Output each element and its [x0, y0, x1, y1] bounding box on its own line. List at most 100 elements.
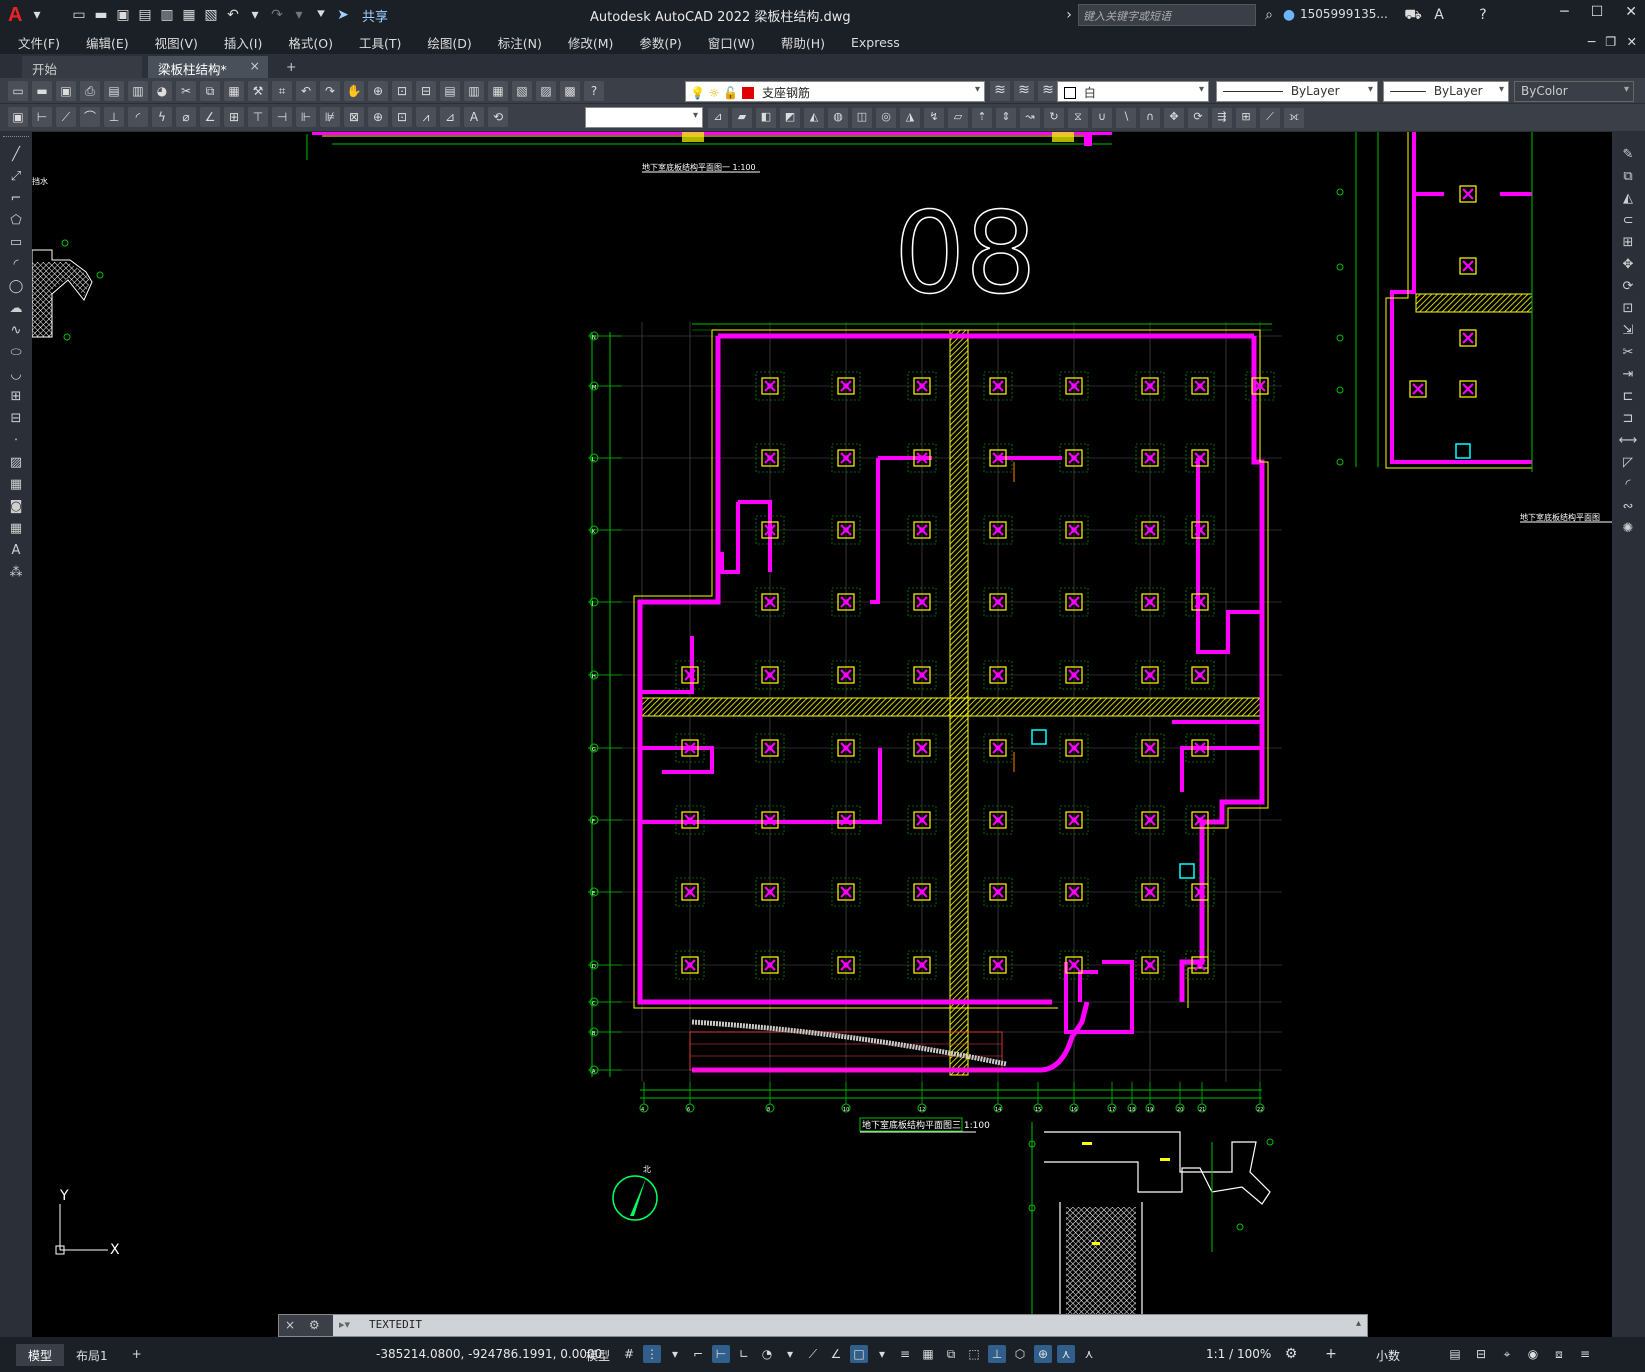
lineweight-dropdown[interactable]: ByLayer ▾ [1383, 81, 1509, 102]
cylinder-icon[interactable]: ◫ [852, 108, 872, 128]
save-web-icon[interactable]: ▦ [180, 6, 198, 24]
autodesk-app-icon[interactable]: A [1430, 6, 1448, 24]
section-plane-icon[interactable]: ⟗ [1284, 108, 1304, 128]
intersect-icon[interactable]: ∩ [1140, 108, 1160, 128]
hatch-icon[interactable]: ▨ [5, 454, 27, 471]
workspace-switch-icon[interactable]: ⚙ [1282, 1345, 1300, 1363]
isolate-objects-icon[interactable]: ⌖ [1498, 1345, 1516, 1363]
make-current-layer-icon[interactable]: ≋ [990, 81, 1010, 101]
undo-tb-icon[interactable]: ↶ [296, 81, 316, 101]
command-history-icon[interactable]: ▴ [1356, 1318, 1361, 1329]
spline-icon[interactable]: ∿ [5, 322, 27, 339]
center-mark-icon[interactable]: ⊕ [368, 107, 388, 127]
break-at-point-icon[interactable]: ⊏ [1617, 388, 1639, 405]
gizmo-icon[interactable]: ⊕ [1034, 1345, 1052, 1363]
copy-icon[interactable]: ⧉ [200, 81, 220, 101]
zoom-previous-icon[interactable]: ⊟ [416, 81, 436, 101]
linetype-dropdown[interactable]: ByLayer ▾ [1216, 81, 1378, 102]
table-icon[interactable]: ▦ [5, 520, 27, 537]
print-icon[interactable]: ⎙ [80, 81, 100, 101]
clean-screen-icon[interactable]: ⧈ [1550, 1345, 1568, 1363]
gradient-icon[interactable]: ▦ [5, 476, 27, 493]
menu-express[interactable]: Express [851, 35, 900, 50]
tab-close-icon[interactable]: × [250, 58, 260, 73]
user-icon[interactable]: ● [1280, 6, 1298, 24]
chamfer-icon[interactable]: ◸ [1617, 454, 1639, 471]
infer-constraints-icon[interactable]: ⌐ [689, 1345, 707, 1363]
arc-icon[interactable]: ◜ [5, 256, 27, 273]
copy-object-icon[interactable]: ⧉ [1617, 168, 1639, 185]
sphere-icon[interactable]: ◍ [828, 108, 848, 128]
tolerance-icon[interactable]: ⊠ [344, 107, 364, 127]
construction-line-icon[interactable]: ⤢ [5, 168, 27, 185]
grid-icon[interactable]: # [620, 1345, 638, 1363]
dim-break-icon[interactable]: ⊯ [320, 107, 340, 127]
menu-view[interactable]: 视图(V) [155, 33, 198, 52]
blend-curves-icon[interactable]: ∾ [1617, 498, 1639, 515]
paste-icon[interactable]: ▦ [224, 81, 244, 101]
lock-ui-icon[interactable]: ⊟ [1472, 1345, 1490, 1363]
insert-block-icon[interactable]: ⊞ [5, 388, 27, 405]
menu-window[interactable]: 窗口(W) [708, 33, 755, 52]
circle-icon[interactable]: ◯ [5, 278, 27, 295]
dim-space-icon[interactable]: ⊩ [296, 107, 316, 127]
rotate-icon[interactable]: ⟳ [1617, 278, 1639, 295]
offset-icon[interactable]: ⊂ [1617, 212, 1639, 229]
menu-dimension[interactable]: 标注(N) [498, 33, 542, 52]
redo-icon[interactable]: ↷ [268, 6, 286, 24]
pyramid-icon[interactable]: ◮ [900, 108, 920, 128]
loft-icon[interactable]: ⧖ [1068, 108, 1088, 128]
jogged-linear-icon[interactable]: ⩘ [416, 107, 436, 127]
redo-dropdown-icon[interactable]: ▾ [290, 6, 308, 24]
3d-rotate-icon[interactable]: ⟳ [1188, 108, 1208, 128]
cart-icon[interactable]: ⛟ [1404, 6, 1422, 24]
undo-dropdown-icon[interactable]: ▾ [246, 6, 264, 24]
selection-cycling-icon[interactable]: ⧉ [942, 1345, 960, 1363]
selection-filter-icon[interactable]: ⬡ [1011, 1345, 1029, 1363]
search-expand-icon[interactable]: › [1060, 6, 1078, 24]
ellipse-arc-icon[interactable]: ◡ [5, 366, 27, 383]
command-settings-icon[interactable]: ⚙ [309, 1318, 320, 1332]
isodraft-icon[interactable]: ⟋ [804, 1345, 822, 1363]
open-web-icon[interactable]: ▥ [158, 6, 176, 24]
break-icon[interactable]: ⊐ [1617, 410, 1639, 427]
menu-parametric[interactable]: 参数(P) [639, 33, 681, 52]
help-tb-icon[interactable]: ? [584, 81, 604, 101]
ortho-icon[interactable]: ∟ [735, 1345, 753, 1363]
calculator-icon[interactable]: ▩ [560, 81, 580, 101]
polysolid-icon[interactable]: ▰ [732, 108, 752, 128]
revision-cloud-icon[interactable]: ☁ [5, 300, 27, 317]
dim-linear-icon[interactable]: ⊢ [32, 107, 52, 127]
draw-toolbar-grip[interactable] [3, 136, 29, 140]
doc-restore-icon[interactable]: ❐ [1605, 34, 1616, 49]
point-icon[interactable]: ⋅ [5, 432, 27, 449]
match-properties-icon[interactable]: ⚒ [248, 81, 268, 101]
fillet-icon[interactable]: ◜ [1617, 476, 1639, 493]
annotation-monitor-icon[interactable]: + [1322, 1345, 1340, 1363]
snap-icon[interactable]: ⋮ [643, 1345, 661, 1363]
menu-draw[interactable]: 绘图(D) [427, 33, 471, 52]
3d-move-icon[interactable]: ✥ [1164, 108, 1184, 128]
tab-start[interactable]: 开始 [22, 56, 142, 78]
close-icon[interactable]: ✕ [1625, 4, 1637, 20]
share-button[interactable]: 共享 [362, 6, 388, 25]
3d-array-icon[interactable]: ⊞ [1236, 108, 1256, 128]
layer-previous-icon[interactable]: ≋ [1014, 81, 1034, 101]
dim-jogged-icon[interactable]: ϟ [152, 107, 172, 127]
extrude-icon[interactable]: ⇡ [972, 108, 992, 128]
object-snap-icon[interactable]: □ [850, 1345, 868, 1363]
osnap-dropdown-icon[interactable]: ▾ [873, 1345, 891, 1363]
dim-update-icon[interactable]: ⟲ [488, 107, 508, 127]
search-icon[interactable]: ⌕ [1260, 6, 1278, 24]
save-as-icon[interactable]: ▤ [136, 6, 154, 24]
maximize-icon[interactable]: ☐ [1591, 4, 1604, 20]
ellipse-icon[interactable]: ⬭ [5, 344, 27, 361]
transparency-icon[interactable]: ▦ [919, 1345, 937, 1363]
dynamic-ucs-icon[interactable]: ⊥ [988, 1345, 1006, 1363]
tab-model[interactable]: 模型 [16, 1343, 65, 1366]
units-display[interactable]: 小数 [1376, 1347, 1400, 1364]
dim-angular-icon[interactable]: ∠ [200, 107, 220, 127]
app-menu-chevron-icon[interactable]: ▾ [28, 6, 46, 24]
plot-icon[interactable]: ▧ [202, 6, 220, 24]
layer-dropdown[interactable]: 💡 ☼ 🔓 支座钢筋 ▾ [685, 81, 985, 102]
